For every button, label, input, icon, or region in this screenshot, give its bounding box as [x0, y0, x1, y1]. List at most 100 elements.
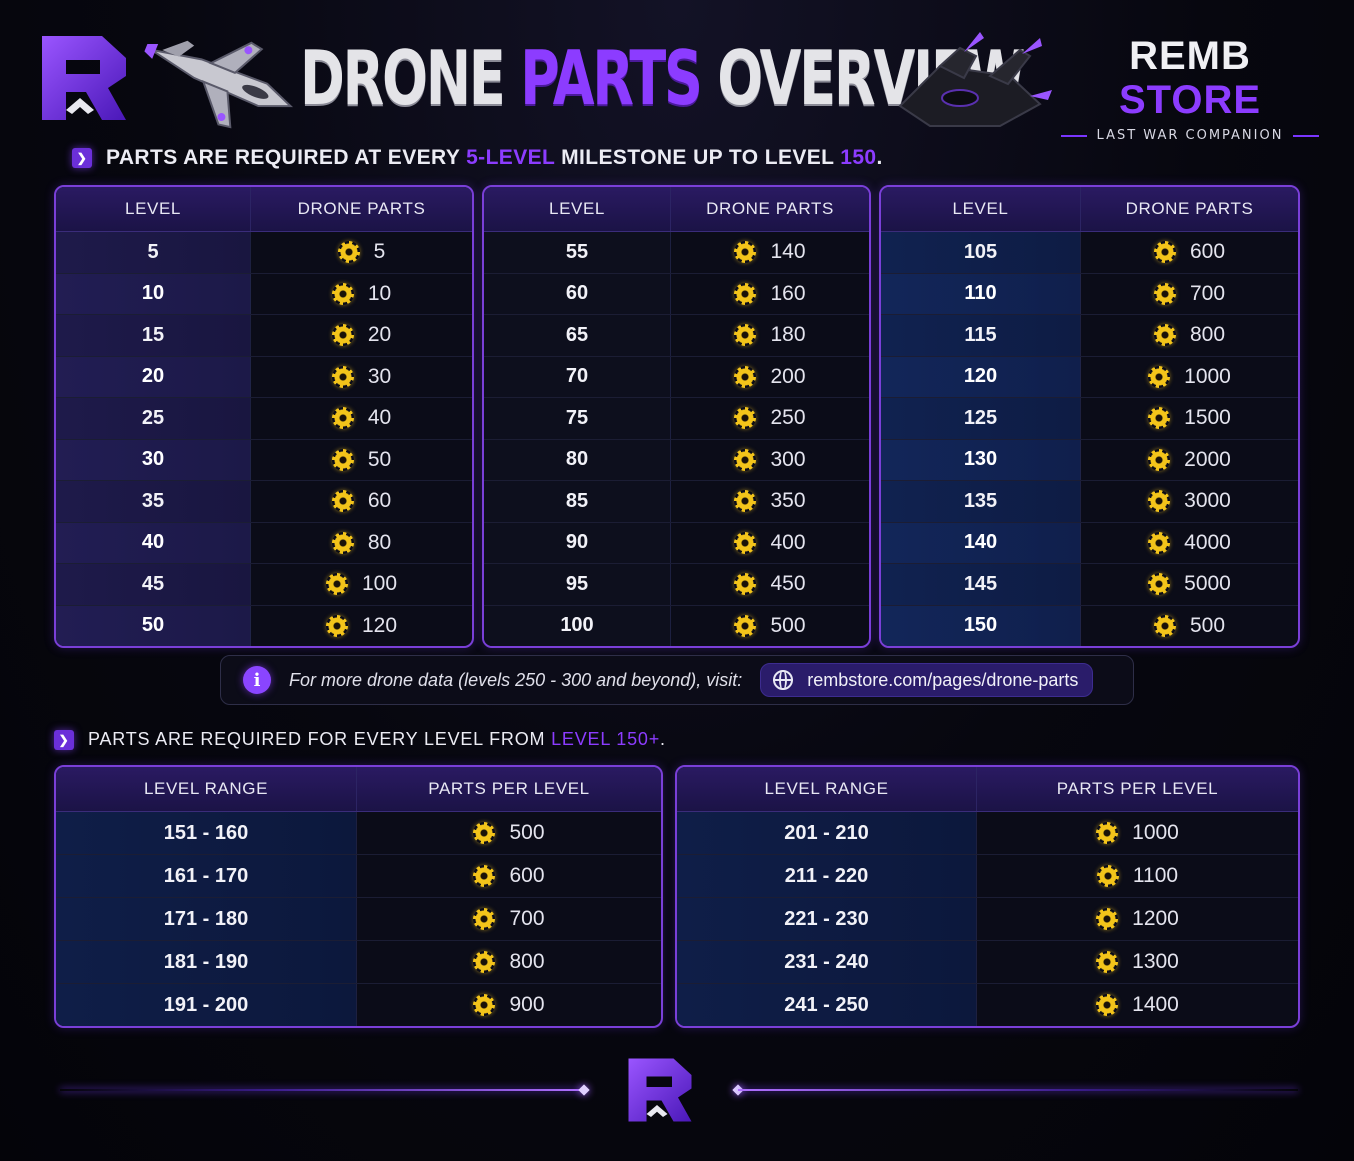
parts-per-level-cell: 900 — [357, 984, 661, 1026]
level-cell: 35 — [56, 481, 251, 522]
table-header: LEVEL DRONE PARTS — [484, 187, 869, 232]
parts-cell: 30 — [251, 357, 472, 398]
gear-icon — [734, 573, 757, 596]
gear-icon — [331, 490, 354, 513]
table-header: LEVEL RANGE PARTS PER LEVEL — [677, 767, 1298, 812]
level-cell: 145 — [881, 564, 1081, 605]
table-row: 150 500 — [881, 604, 1298, 646]
level-cell: 105 — [881, 232, 1081, 273]
table-row: 105 600 — [881, 232, 1298, 273]
column-header-level: LEVEL — [549, 199, 605, 218]
parts-value: 10 — [367, 281, 392, 305]
divider — [1060, 134, 1087, 137]
parts-per-level-cell: 1300 — [977, 941, 1298, 983]
gear-icon — [1096, 865, 1119, 887]
parts-value: 20 — [367, 323, 392, 347]
level-cell: 100 — [484, 605, 671, 646]
parts-value: 500 — [509, 821, 545, 844]
column-header-range: LEVEL RANGE — [764, 779, 889, 798]
level-cell: 40 — [56, 522, 251, 563]
parts-value: 1200 — [1132, 907, 1179, 930]
column-header-level: LEVEL — [125, 199, 181, 218]
parts-cell: 200 — [671, 357, 869, 398]
parts-value: 60 — [367, 489, 392, 513]
parts-value: 700 — [1189, 281, 1226, 305]
table-row: 191 - 200 900 — [56, 983, 661, 1026]
table-row: 161 - 170 600 — [56, 854, 661, 897]
table-row: 80 300 — [484, 438, 869, 480]
table-row: 171 - 180 700 — [56, 897, 661, 940]
parts-value: 800 — [1189, 323, 1226, 347]
table-row: 130 2000 — [881, 438, 1298, 481]
table-row: 65 180 — [484, 314, 869, 356]
gear-icon — [734, 531, 757, 554]
parts-value: 40 — [367, 406, 392, 430]
table-row: 135 3000 — [881, 480, 1298, 522]
parts-per-level-cell: 1000 — [977, 812, 1298, 854]
section-heading-ranges: ❯ PARTS ARE REQUIRED FOR EVERY LEVEL FRO… — [54, 729, 666, 750]
parts-cell: 160 — [671, 274, 869, 315]
gear-icon — [473, 951, 496, 973]
parts-value: 500 — [770, 613, 806, 637]
table-row: 151 - 160 500 — [56, 812, 661, 854]
chevron-right-icon: ❯ — [72, 148, 92, 168]
table-row: 35 60 — [56, 480, 472, 522]
parts-cell: 800 — [1081, 315, 1298, 356]
level-range-cell: 181 - 190 — [56, 941, 357, 983]
page-title: DRONE PARTS OVERVIEW — [300, 28, 1025, 128]
level-cell: 115 — [881, 315, 1081, 356]
table-header: LEVEL DRONE PARTS — [56, 187, 472, 232]
gear-icon — [331, 282, 354, 305]
parts-per-level-cell: 600 — [357, 855, 661, 897]
footer-divider-right — [738, 1089, 1298, 1091]
parts-cell: 2000 — [1081, 440, 1298, 481]
gear-icon — [325, 614, 348, 637]
parts-cell: 450 — [671, 564, 869, 605]
table-row: 211 - 220 1100 — [677, 854, 1298, 897]
level-cell: 125 — [881, 398, 1081, 439]
parts-cell: 500 — [671, 606, 869, 647]
level-cell: 80 — [484, 439, 671, 480]
gear-icon — [1096, 994, 1119, 1016]
heading-highlight-b: 150 — [840, 146, 877, 169]
table-row: 231 - 240 1300 — [677, 940, 1298, 983]
parts-value: 4000 — [1184, 530, 1231, 554]
gear-icon — [1096, 908, 1119, 930]
level-cell: 140 — [881, 522, 1081, 563]
parts-cell: 1500 — [1081, 398, 1298, 439]
level-cell: 50 — [56, 605, 251, 646]
level-cell: 75 — [484, 398, 671, 439]
table-row: 110 700 — [881, 272, 1298, 314]
heading-text-b: . — [660, 729, 666, 749]
heading-text-a: PARTS ARE REQUIRED AT EVERY — [106, 146, 467, 169]
level-cell: 20 — [56, 356, 251, 397]
table-row: 45 100 — [56, 563, 472, 605]
milestone-table-2: LEVEL DRONE PARTS 55 140 60 160 65 180 70 200 75… — [482, 185, 871, 648]
brand-tagline-text: LAST WAR COMPANION — [1096, 128, 1284, 143]
level-cell: 15 — [56, 315, 251, 356]
level-cell: 150 — [881, 605, 1081, 646]
brand-tagline: LAST WAR COMPANION — [1060, 128, 1320, 143]
column-header-level: LEVEL — [952, 199, 1009, 218]
gear-icon — [734, 241, 757, 264]
parts-value: 1000 — [1184, 364, 1231, 388]
parts-value: 800 — [509, 950, 545, 973]
parts-cell: 5000 — [1081, 564, 1298, 605]
gear-icon — [1148, 573, 1171, 596]
parts-value: 100 — [361, 572, 398, 596]
gear-icon — [734, 324, 757, 347]
parts-value: 1500 — [1184, 406, 1231, 430]
parts-value: 200 — [770, 364, 806, 388]
table-row: 40 80 — [56, 521, 472, 563]
drone-parts-link[interactable]: rembstore.com/pages/drone-parts — [760, 663, 1094, 697]
gear-icon — [331, 324, 354, 347]
gear-icon — [734, 282, 757, 305]
parts-cell: 120 — [251, 606, 472, 647]
table-row: 125 1500 — [881, 397, 1298, 439]
gear-icon — [331, 407, 354, 430]
globe-icon — [773, 670, 794, 690]
parts-value: 1100 — [1132, 864, 1179, 887]
column-header-parts: DRONE PARTS — [250, 187, 472, 231]
gear-icon — [337, 241, 360, 264]
table-row: 55 140 — [484, 232, 869, 273]
